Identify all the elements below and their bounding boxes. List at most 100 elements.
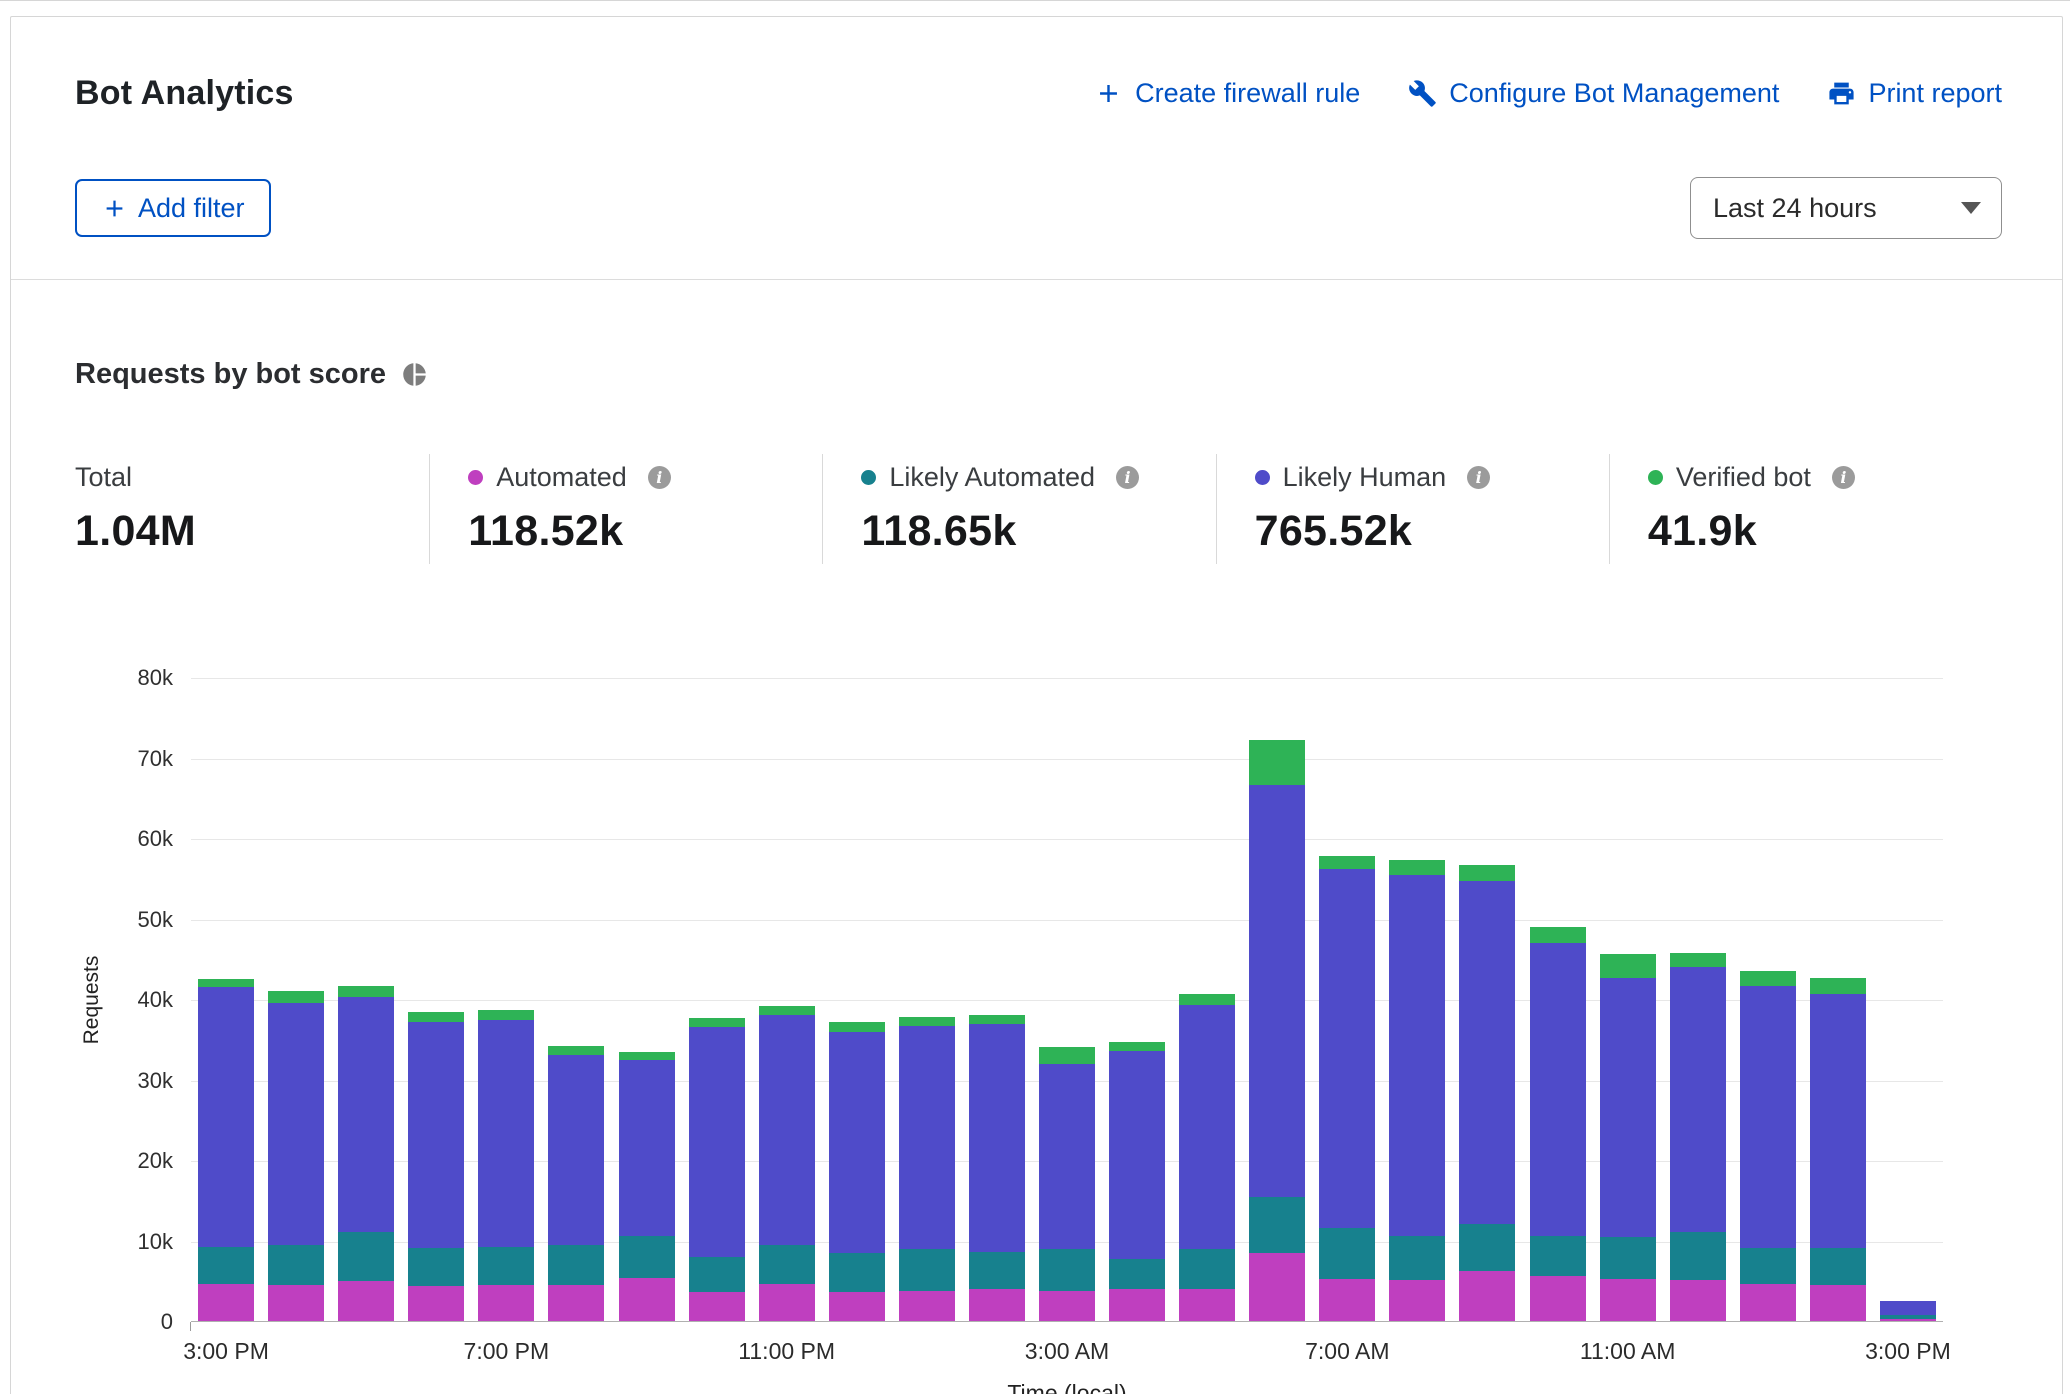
bar[interactable] [899,1017,955,1321]
bar[interactable] [548,1046,604,1321]
bar[interactable] [1319,856,1375,1321]
x-axis-tick-label: 3:00 PM [1865,1338,1951,1365]
bar-segment-likely_automated [338,1232,394,1280]
bar-segment-likely_automated [689,1257,745,1292]
gridline [191,920,1943,921]
bar[interactable] [689,1018,745,1321]
bar-segment-likely_human [1389,875,1445,1236]
bar[interactable] [1810,978,1866,1321]
stat-likely-automated: Likely Automated 118.65k [822,454,1215,564]
bar-segment-verified_bot [268,991,324,1003]
bar-segment-likely_human [1459,881,1515,1224]
time-range-value: Last 24 hours [1713,193,1877,224]
requests-by-bot-score-section: Requests by bot score Total 1.04M Automa… [11,356,2062,1394]
bar-segment-automated [899,1291,955,1321]
bar-segment-likely_automated [1249,1197,1305,1253]
bar-segment-likely_human [1249,785,1305,1197]
bar-segment-automated [408,1286,464,1321]
bar[interactable] [408,1012,464,1321]
bar-segment-likely_automated [1530,1236,1586,1276]
bar-segment-likely_human [1109,1051,1165,1259]
bar-segment-likely_human [899,1026,955,1248]
bar[interactable] [1880,1301,1936,1321]
page-title: Bot Analytics [75,73,294,113]
bar-segment-verified_bot [619,1052,675,1060]
bar-segment-likely_human [1670,967,1726,1233]
bar-segment-likely_human [408,1022,464,1247]
bar[interactable] [478,1010,534,1321]
bar[interactable] [1389,860,1445,1321]
bar-segment-verified_bot [899,1017,955,1027]
bar-segment-verified_bot [1530,927,1586,943]
bar-segment-likely_human [689,1027,745,1256]
bar[interactable] [619,1052,675,1321]
legend-dot-likely-automated [861,470,876,485]
bar-segment-likely_human [268,1003,324,1245]
bar-segment-likely_human [1530,943,1586,1236]
info-icon[interactable] [1832,466,1855,489]
bar-segment-likely_automated [1039,1249,1095,1292]
bar-segment-verified_bot [408,1012,464,1022]
bar-segment-automated [1389,1280,1445,1321]
stat-value: 118.65k [861,506,1205,556]
bar[interactable] [198,979,254,1321]
bar[interactable] [1249,740,1305,1321]
x-axis-tick-label: 11:00 PM [738,1338,835,1365]
create-firewall-rule-link[interactable]: Create firewall rule [1094,78,1360,109]
info-icon[interactable] [1467,466,1490,489]
bar-segment-verified_bot [1810,978,1866,994]
stat-label: Verified bot [1676,462,1811,493]
bar[interactable] [1740,971,1796,1321]
gridline [191,839,1943,840]
info-icon[interactable] [648,466,671,489]
bar[interactable] [1459,865,1515,1321]
bar[interactable] [1179,994,1235,1321]
bar[interactable] [1530,927,1586,1321]
bar-segment-likely_human [1039,1064,1095,1248]
bar-segment-automated [619,1278,675,1321]
bar-segment-automated [969,1289,1025,1321]
bar[interactable] [829,1022,885,1321]
info-icon[interactable] [1116,466,1139,489]
bar-segment-likely_automated [1389,1236,1445,1279]
bar-segment-automated [1530,1276,1586,1321]
bar-segment-likely_automated [759,1245,815,1284]
bar-segment-automated [1179,1289,1235,1321]
bar-segment-likely_human [338,997,394,1232]
axis-tick [190,1322,191,1331]
bar-segment-verified_bot [759,1006,815,1015]
bar-segment-verified_bot [1109,1042,1165,1052]
bar[interactable] [1039,1047,1095,1321]
bar[interactable] [338,986,394,1321]
stat-verified-bot: Verified bot 41.9k [1609,454,2002,564]
bar-segment-likely_automated [548,1245,604,1285]
bar-segment-verified_bot [1389,860,1445,875]
bar-segment-likely_automated [1459,1224,1515,1271]
bar[interactable] [759,1006,815,1321]
time-range-select[interactable]: Last 24 hours [1690,177,2002,239]
card-header: Bot Analytics Create firewall rule Confi… [11,17,2062,280]
bar-segment-automated [1459,1271,1515,1321]
y-axis-tick-label: 60k [138,826,173,852]
header-actions: Create firewall rule Configure Bot Manag… [1094,78,2002,109]
bar-segment-verified_bot [478,1010,534,1020]
legend-dot-verified-bot [1648,470,1663,485]
print-report-link[interactable]: Print report [1827,78,2002,109]
bar[interactable] [1600,954,1656,1321]
bar-segment-automated [829,1292,885,1321]
bar-segment-likely_human [1880,1301,1936,1315]
bar-segment-likely_automated [619,1236,675,1277]
bar-segment-verified_bot [1459,865,1515,880]
y-axis-tick-label: 70k [138,746,173,772]
stat-label: Total [75,462,132,493]
bar[interactable] [268,991,324,1321]
bar[interactable] [1670,953,1726,1321]
bar-segment-automated [759,1284,815,1321]
add-filter-button[interactable]: Add filter [75,179,271,237]
bar-segment-likely_human [619,1060,675,1236]
bar[interactable] [969,1015,1025,1321]
configure-bot-management-link[interactable]: Configure Bot Management [1408,78,1779,109]
bar[interactable] [1109,1042,1165,1321]
bar-segment-verified_bot [1039,1047,1095,1064]
bar-segment-likely_automated [1179,1249,1235,1289]
